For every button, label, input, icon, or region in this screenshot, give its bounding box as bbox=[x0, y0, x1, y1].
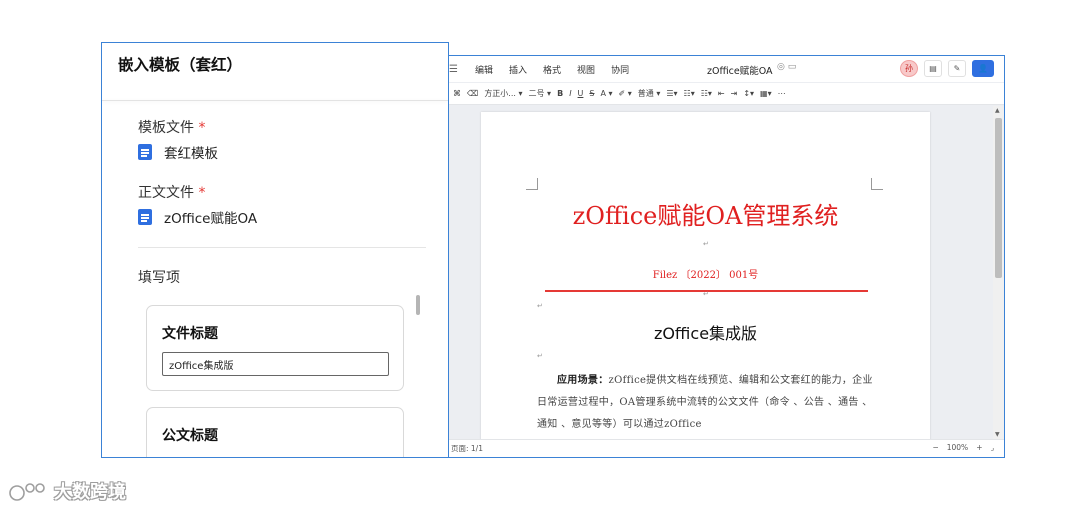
document-icon bbox=[138, 144, 152, 160]
panel-scrollbar-thumb[interactable] bbox=[416, 295, 420, 315]
document-page[interactable]: zOffice赋能OA管理系统 ↵ Filez 〔2022〕 001号 ↵ ↵ … bbox=[481, 112, 930, 452]
bold-button[interactable]: B bbox=[557, 89, 563, 98]
paragraph-mark: ↵ bbox=[703, 290, 709, 298]
card-title: 文件标题 bbox=[162, 326, 218, 342]
bullet-list-icon[interactable]: ☷▾ bbox=[684, 89, 695, 98]
embed-template-panel: 嵌入模板（套红） 模板文件 * 套红模板 正文文件 * zOffice赋能OA … bbox=[101, 42, 449, 458]
format-painter-icon[interactable]: ⌘ bbox=[453, 89, 461, 98]
template-file-item[interactable]: 套红模板 bbox=[138, 142, 218, 162]
revision-icon[interactable]: ✎ bbox=[948, 60, 966, 77]
strike-button[interactable]: S bbox=[589, 89, 594, 98]
editor-vertical-scrollbar[interactable]: ▲ ▼ bbox=[993, 106, 1004, 439]
fit-page-icon[interactable]: ⌟ bbox=[990, 443, 994, 452]
document-number: Filez 〔2022〕 001号 bbox=[652, 270, 759, 281]
user-avatar[interactable]: 孙 bbox=[900, 60, 918, 77]
editor-right-tools: 孙 ▤ ✎ 👤 bbox=[900, 60, 994, 77]
watermark: 大数跨境 bbox=[8, 478, 126, 504]
menu-hamburger-icon[interactable]: ☰ bbox=[449, 64, 459, 75]
scroll-up-icon[interactable]: ▲ bbox=[995, 107, 1000, 114]
paragraph-mark: ↵ bbox=[537, 352, 543, 360]
editor-menubar: ☰ 编辑 插入 格式 视图 协同 zOffice赋能OA ◎ ▭ 孙 ▤ ✎ 👤 bbox=[447, 56, 1004, 82]
page-count: 页面: 1/1 bbox=[451, 444, 483, 453]
document-title: zOffice赋能OA bbox=[707, 66, 773, 77]
zoom-level: 100% bbox=[946, 443, 969, 452]
document-subheading: zOffice集成版 bbox=[653, 324, 758, 343]
field-card-file-title: 文件标题 bbox=[146, 305, 404, 391]
zoom-in-button[interactable]: + bbox=[976, 443, 982, 452]
document-icon bbox=[138, 209, 152, 225]
save-status-icon: ◎ ▭ bbox=[777, 62, 797, 72]
paragraph-style-select[interactable]: 普通 ▾ bbox=[638, 88, 661, 99]
template-file-name: 套红模板 bbox=[164, 146, 218, 162]
menu-collab[interactable]: 协同 bbox=[611, 63, 629, 76]
field-card-doc-title: 公文标题 bbox=[146, 407, 404, 457]
menu-edit[interactable]: 编辑 bbox=[475, 63, 493, 76]
numbered-list-icon[interactable]: ☷▾ bbox=[701, 89, 712, 98]
share-user-icon[interactable]: 👤 bbox=[972, 60, 994, 77]
indent-decrease-icon[interactable]: ⇤ bbox=[718, 89, 725, 98]
fill-section-label: 填写项 bbox=[138, 270, 180, 286]
align-icon[interactable]: ☰▾ bbox=[666, 89, 677, 98]
watermark-logo-icon bbox=[9, 483, 45, 501]
file-title-input[interactable] bbox=[162, 352, 389, 376]
section-divider bbox=[138, 247, 426, 248]
italic-button[interactable]: I bbox=[569, 89, 571, 98]
scroll-down-icon[interactable]: ▼ bbox=[995, 431, 1000, 438]
editor-window: ☰ 编辑 插入 格式 视图 协同 zOffice赋能OA ◎ ▭ 孙 ▤ ✎ 👤… bbox=[446, 55, 1005, 458]
page-corner-mark bbox=[526, 178, 538, 190]
panel-header-divider bbox=[102, 100, 448, 101]
font-color-button[interactable]: A ▾ bbox=[600, 89, 612, 98]
zoom-out-button[interactable]: − bbox=[932, 443, 938, 452]
page-corner-mark bbox=[871, 178, 883, 190]
scrollbar-thumb[interactable] bbox=[995, 118, 1002, 278]
body-file-item[interactable]: zOffice赋能OA bbox=[138, 207, 257, 227]
underline-button[interactable]: U bbox=[578, 89, 584, 98]
font-size-select[interactable]: 二号 ▾ bbox=[529, 88, 552, 99]
document-body: 应用场景：zOffice提供文档在线预览、编辑和公文套红的能力，企业日常运营过程… bbox=[537, 370, 875, 436]
card-title: 公文标题 bbox=[162, 428, 218, 444]
line-spacing-icon[interactable]: ↕▾ bbox=[743, 89, 754, 98]
watermark-text: 大数跨境 bbox=[54, 482, 126, 503]
body-label: 应用场景： bbox=[557, 375, 609, 386]
menu-insert[interactable]: 插入 bbox=[509, 63, 527, 76]
font-family-select[interactable]: 方正小... ▾ bbox=[484, 88, 522, 99]
paragraph-mark: ↵ bbox=[537, 302, 543, 310]
clear-format-icon[interactable]: ⌫ bbox=[467, 89, 478, 98]
panel-title: 嵌入模板（套红） bbox=[118, 56, 243, 74]
body-file-name: zOffice赋能OA bbox=[164, 211, 258, 227]
indent-increase-icon[interactable]: ⇥ bbox=[731, 89, 738, 98]
template-file-label: 模板文件 * bbox=[138, 120, 206, 136]
paragraph-mark: ↵ bbox=[703, 240, 709, 248]
zoom-controls: − 100% + ⌟ bbox=[932, 443, 994, 452]
format-toolbar: ⌘ ⌫ 方正小... ▾ 二号 ▾ B I U S A ▾ ✐ ▾ 普通 ▾ ☰… bbox=[447, 83, 1004, 105]
menu-format[interactable]: 格式 bbox=[543, 63, 561, 76]
comment-icon[interactable]: ▤ bbox=[924, 60, 942, 77]
menu-view[interactable]: 视图 bbox=[577, 63, 595, 76]
editor-statusbar: 页面: 1/1 − 100% + ⌟ bbox=[447, 439, 1004, 457]
table-icon[interactable]: ▦▾ bbox=[760, 89, 772, 98]
highlight-icon[interactable]: ✐ ▾ bbox=[619, 89, 632, 98]
body-file-label: 正文文件 * bbox=[138, 185, 206, 201]
more-icon[interactable]: ⋯ bbox=[778, 89, 786, 98]
document-heading: zOffice赋能OA管理系统 bbox=[572, 202, 839, 230]
